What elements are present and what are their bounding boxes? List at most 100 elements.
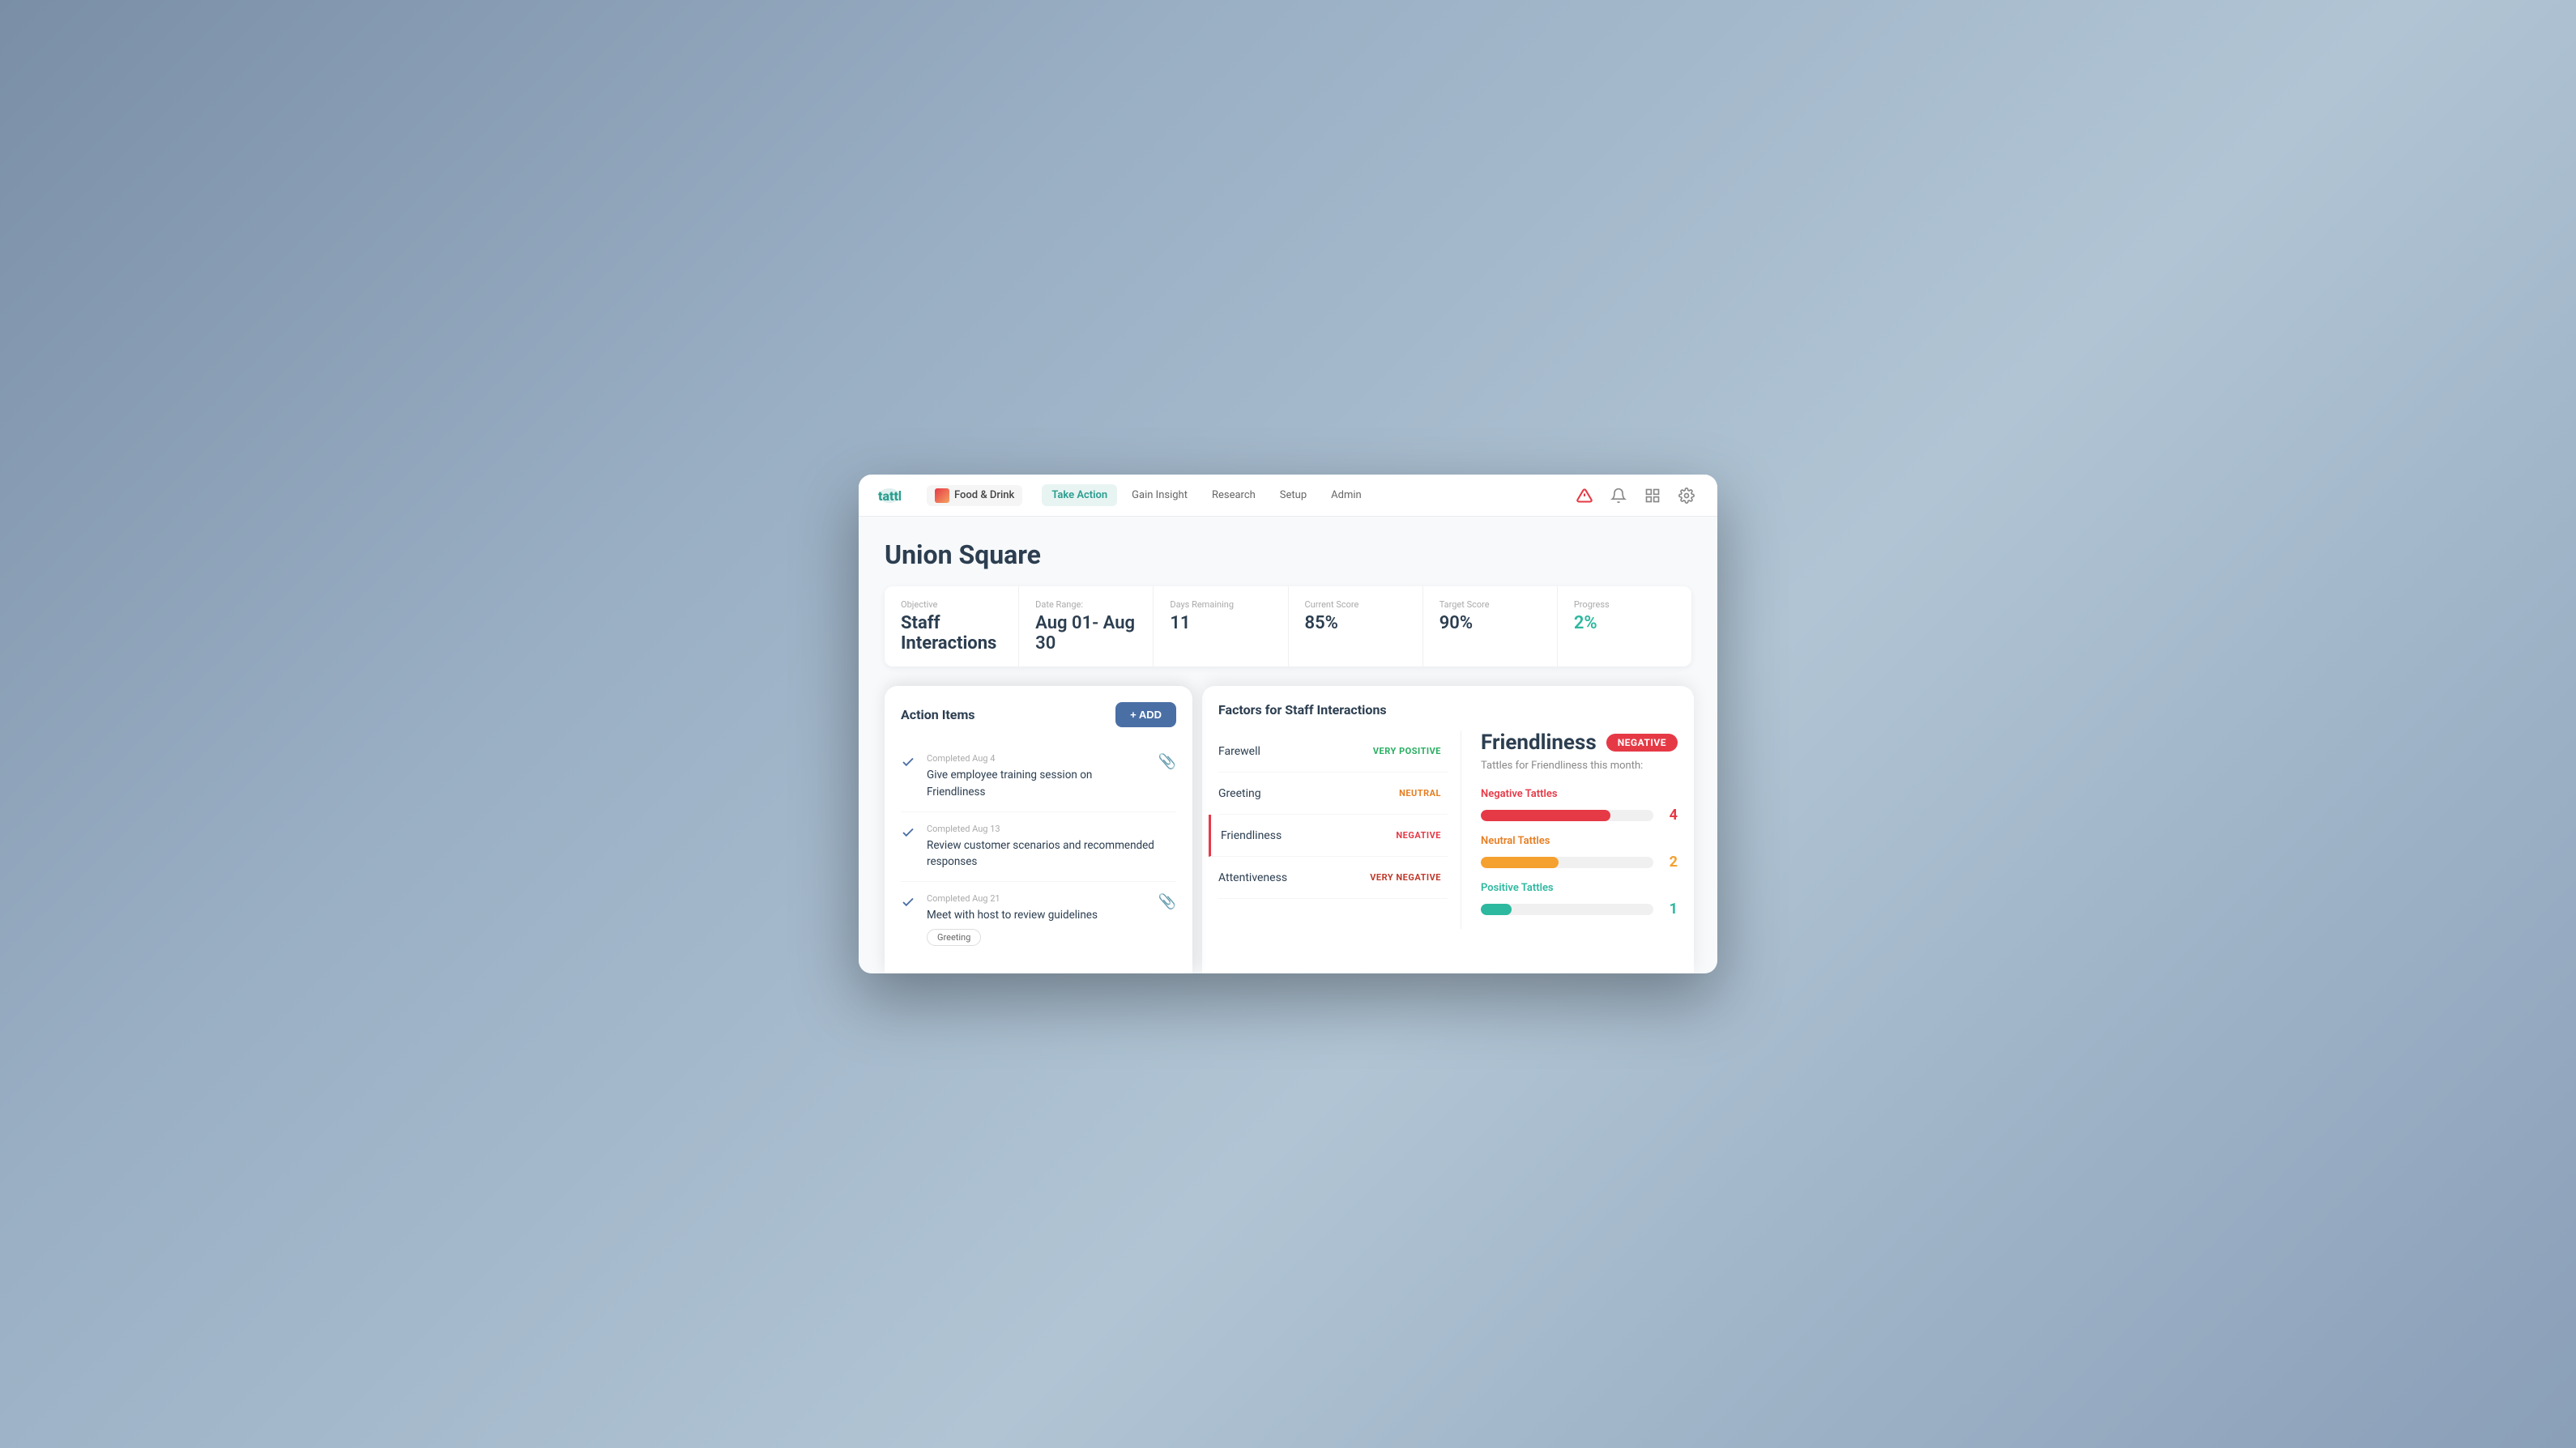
detail-title-text: Friendliness	[1481, 730, 1597, 755]
add-button[interactable]: + ADD	[1115, 702, 1176, 727]
panels-row: Action Items + ADD Completed Aug 4 Give …	[885, 686, 1691, 973]
date-range-value: Aug 01- Aug 30	[1035, 613, 1137, 654]
date-range-metric: Date Range: Aug 01- Aug 30	[1019, 586, 1154, 667]
factor-badge-greeting: NEUTRAL	[1392, 786, 1448, 801]
nav-admin[interactable]: Admin	[1321, 484, 1371, 506]
objective-label: Objective	[901, 599, 1002, 610]
nav-icons	[1573, 484, 1698, 507]
action-item: Completed Aug 13 Review customer scenari…	[901, 812, 1176, 883]
factors-detail: Friendliness NEGATIVE Tattles for Friend…	[1461, 730, 1678, 929]
negative-bar-count: 4	[1661, 807, 1678, 824]
logo-icon: tattle	[878, 488, 901, 504]
target-score-label: Target Score	[1439, 599, 1541, 610]
factor-name-farewell: Farewell	[1218, 745, 1260, 758]
check-icon	[901, 755, 917, 771]
objective-value: Staff Interactions	[901, 613, 1002, 654]
positive-bar-track	[1481, 904, 1653, 915]
factor-row-greeting[interactable]: Greeting NEUTRAL	[1218, 773, 1448, 815]
factor-name-friendliness: Friendliness	[1221, 829, 1282, 842]
progress-label: Progress	[1574, 599, 1675, 610]
negative-bar-row: 4	[1481, 807, 1678, 824]
neutral-bar-count: 2	[1661, 854, 1678, 871]
positive-bar-fill	[1481, 904, 1512, 915]
factor-name-greeting: Greeting	[1218, 787, 1261, 800]
progress-value: 2%	[1574, 613, 1675, 633]
detail-title-row: Friendliness NEGATIVE	[1481, 730, 1678, 755]
target-score-metric: Target Score 90%	[1423, 586, 1558, 667]
action-text-1: Give employee training session on Friend…	[927, 767, 1149, 800]
action-item: Completed Aug 4 Give employee training s…	[901, 742, 1176, 812]
action-text-2: Review customer scenarios and recommende…	[927, 837, 1176, 871]
target-score-value: 90%	[1439, 613, 1541, 633]
settings-icon[interactable]	[1675, 484, 1698, 507]
greeting-tag[interactable]: Greeting	[927, 929, 981, 946]
factor-row-farewell[interactable]: Farewell VERY POSITIVE	[1218, 730, 1448, 773]
action-content-2: Completed Aug 13 Review customer scenari…	[927, 824, 1176, 871]
action-content-1: Completed Aug 4 Give employee training s…	[927, 753, 1149, 800]
action-header: Action Items + ADD	[901, 702, 1176, 727]
negative-bar-track	[1481, 810, 1653, 821]
action-panel: Action Items + ADD Completed Aug 4 Give …	[885, 686, 1192, 973]
current-score-label: Current Score	[1305, 599, 1406, 610]
date-range-label: Date Range:	[1035, 599, 1137, 610]
action-title: Action Items	[901, 707, 975, 722]
objective-metric: Objective Staff Interactions	[885, 586, 1019, 667]
neutral-tattle-section: Neutral Tattles 2	[1481, 835, 1678, 871]
clip-icon-3[interactable]: 📎	[1158, 893, 1176, 910]
nav-research[interactable]: Research	[1202, 484, 1265, 506]
nav-setup[interactable]: Setup	[1270, 484, 1316, 506]
nav-links: Take Action Gain Insight Research Setup …	[1042, 484, 1554, 506]
brand-icon	[935, 488, 949, 503]
factor-badge-farewell: VERY POSITIVE	[1367, 743, 1448, 759]
days-value: 11	[1170, 613, 1271, 633]
positive-bar-row: 1	[1481, 901, 1678, 918]
logo: tattle	[878, 488, 901, 504]
positive-bar-count: 1	[1661, 901, 1678, 918]
action-content-3: Completed Aug 21 Meet with host to revie…	[927, 893, 1149, 945]
check-icon	[901, 825, 917, 841]
action-date-3: Completed Aug 21	[927, 893, 1149, 904]
bell-icon[interactable]	[1607, 484, 1630, 507]
metrics-bar: Objective Staff Interactions Date Range:…	[885, 586, 1691, 667]
positive-tattle-section: Positive Tattles 1	[1481, 882, 1678, 918]
detail-subtitle: Tattles for Friendliness this month:	[1481, 760, 1678, 772]
main-content: Union Square Objective Staff Interaction…	[859, 517, 1717, 973]
action-date-2: Completed Aug 13	[927, 824, 1176, 834]
factor-name-attentiveness: Attentiveness	[1218, 871, 1287, 884]
progress-metric: Progress 2%	[1558, 586, 1691, 667]
grid-icon[interactable]	[1641, 484, 1664, 507]
negative-bar-fill	[1481, 810, 1610, 821]
negative-tattle-label: Negative Tattles	[1481, 788, 1678, 800]
factor-badge-friendliness: NEGATIVE	[1389, 828, 1448, 843]
neutral-bar-row: 2	[1481, 854, 1678, 871]
positive-tattle-label: Positive Tattles	[1481, 882, 1678, 894]
neutral-tattle-label: Neutral Tattles	[1481, 835, 1678, 847]
svg-text:tattle: tattle	[878, 488, 901, 504]
brand-tag[interactable]: Food & Drink	[927, 485, 1022, 506]
factors-content: Farewell VERY POSITIVE Greeting NEUTRAL …	[1218, 730, 1678, 929]
nav-take-action[interactable]: Take Action	[1042, 484, 1117, 506]
nav-bar: tattle Food & Drink Take Action Gain Ins…	[859, 475, 1717, 517]
action-item: Completed Aug 21 Meet with host to revie…	[901, 882, 1176, 956]
days-metric: Days Remaining 11	[1154, 586, 1288, 667]
alert-icon[interactable]	[1573, 484, 1596, 507]
factors-panel: Factors for Staff Interactions Farewell …	[1202, 686, 1694, 973]
neutral-bar-fill	[1481, 857, 1559, 868]
brand-label: Food & Drink	[954, 489, 1014, 501]
action-text-3: Meet with host to review guidelines	[927, 907, 1149, 923]
app-window: tattle Food & Drink Take Action Gain Ins…	[859, 475, 1717, 973]
factor-row-friendliness[interactable]: Friendliness NEGATIVE	[1209, 815, 1448, 857]
factors-list: Farewell VERY POSITIVE Greeting NEUTRAL …	[1218, 730, 1461, 929]
action-date-1: Completed Aug 4	[927, 753, 1149, 764]
nav-gain-insight[interactable]: Gain Insight	[1122, 484, 1197, 506]
days-label: Days Remaining	[1170, 599, 1271, 610]
negative-tattle-section: Negative Tattles 4	[1481, 788, 1678, 824]
factor-badge-attentiveness: VERY NEGATIVE	[1363, 870, 1448, 885]
current-score-metric: Current Score 85%	[1289, 586, 1423, 667]
factors-title: Factors for Staff Interactions	[1218, 702, 1678, 718]
factor-row-attentiveness[interactable]: Attentiveness VERY NEGATIVE	[1218, 857, 1448, 899]
check-icon	[901, 895, 917, 911]
current-score-value: 85%	[1305, 613, 1406, 633]
neutral-bar-track	[1481, 857, 1653, 868]
clip-icon-1[interactable]: 📎	[1158, 753, 1176, 770]
